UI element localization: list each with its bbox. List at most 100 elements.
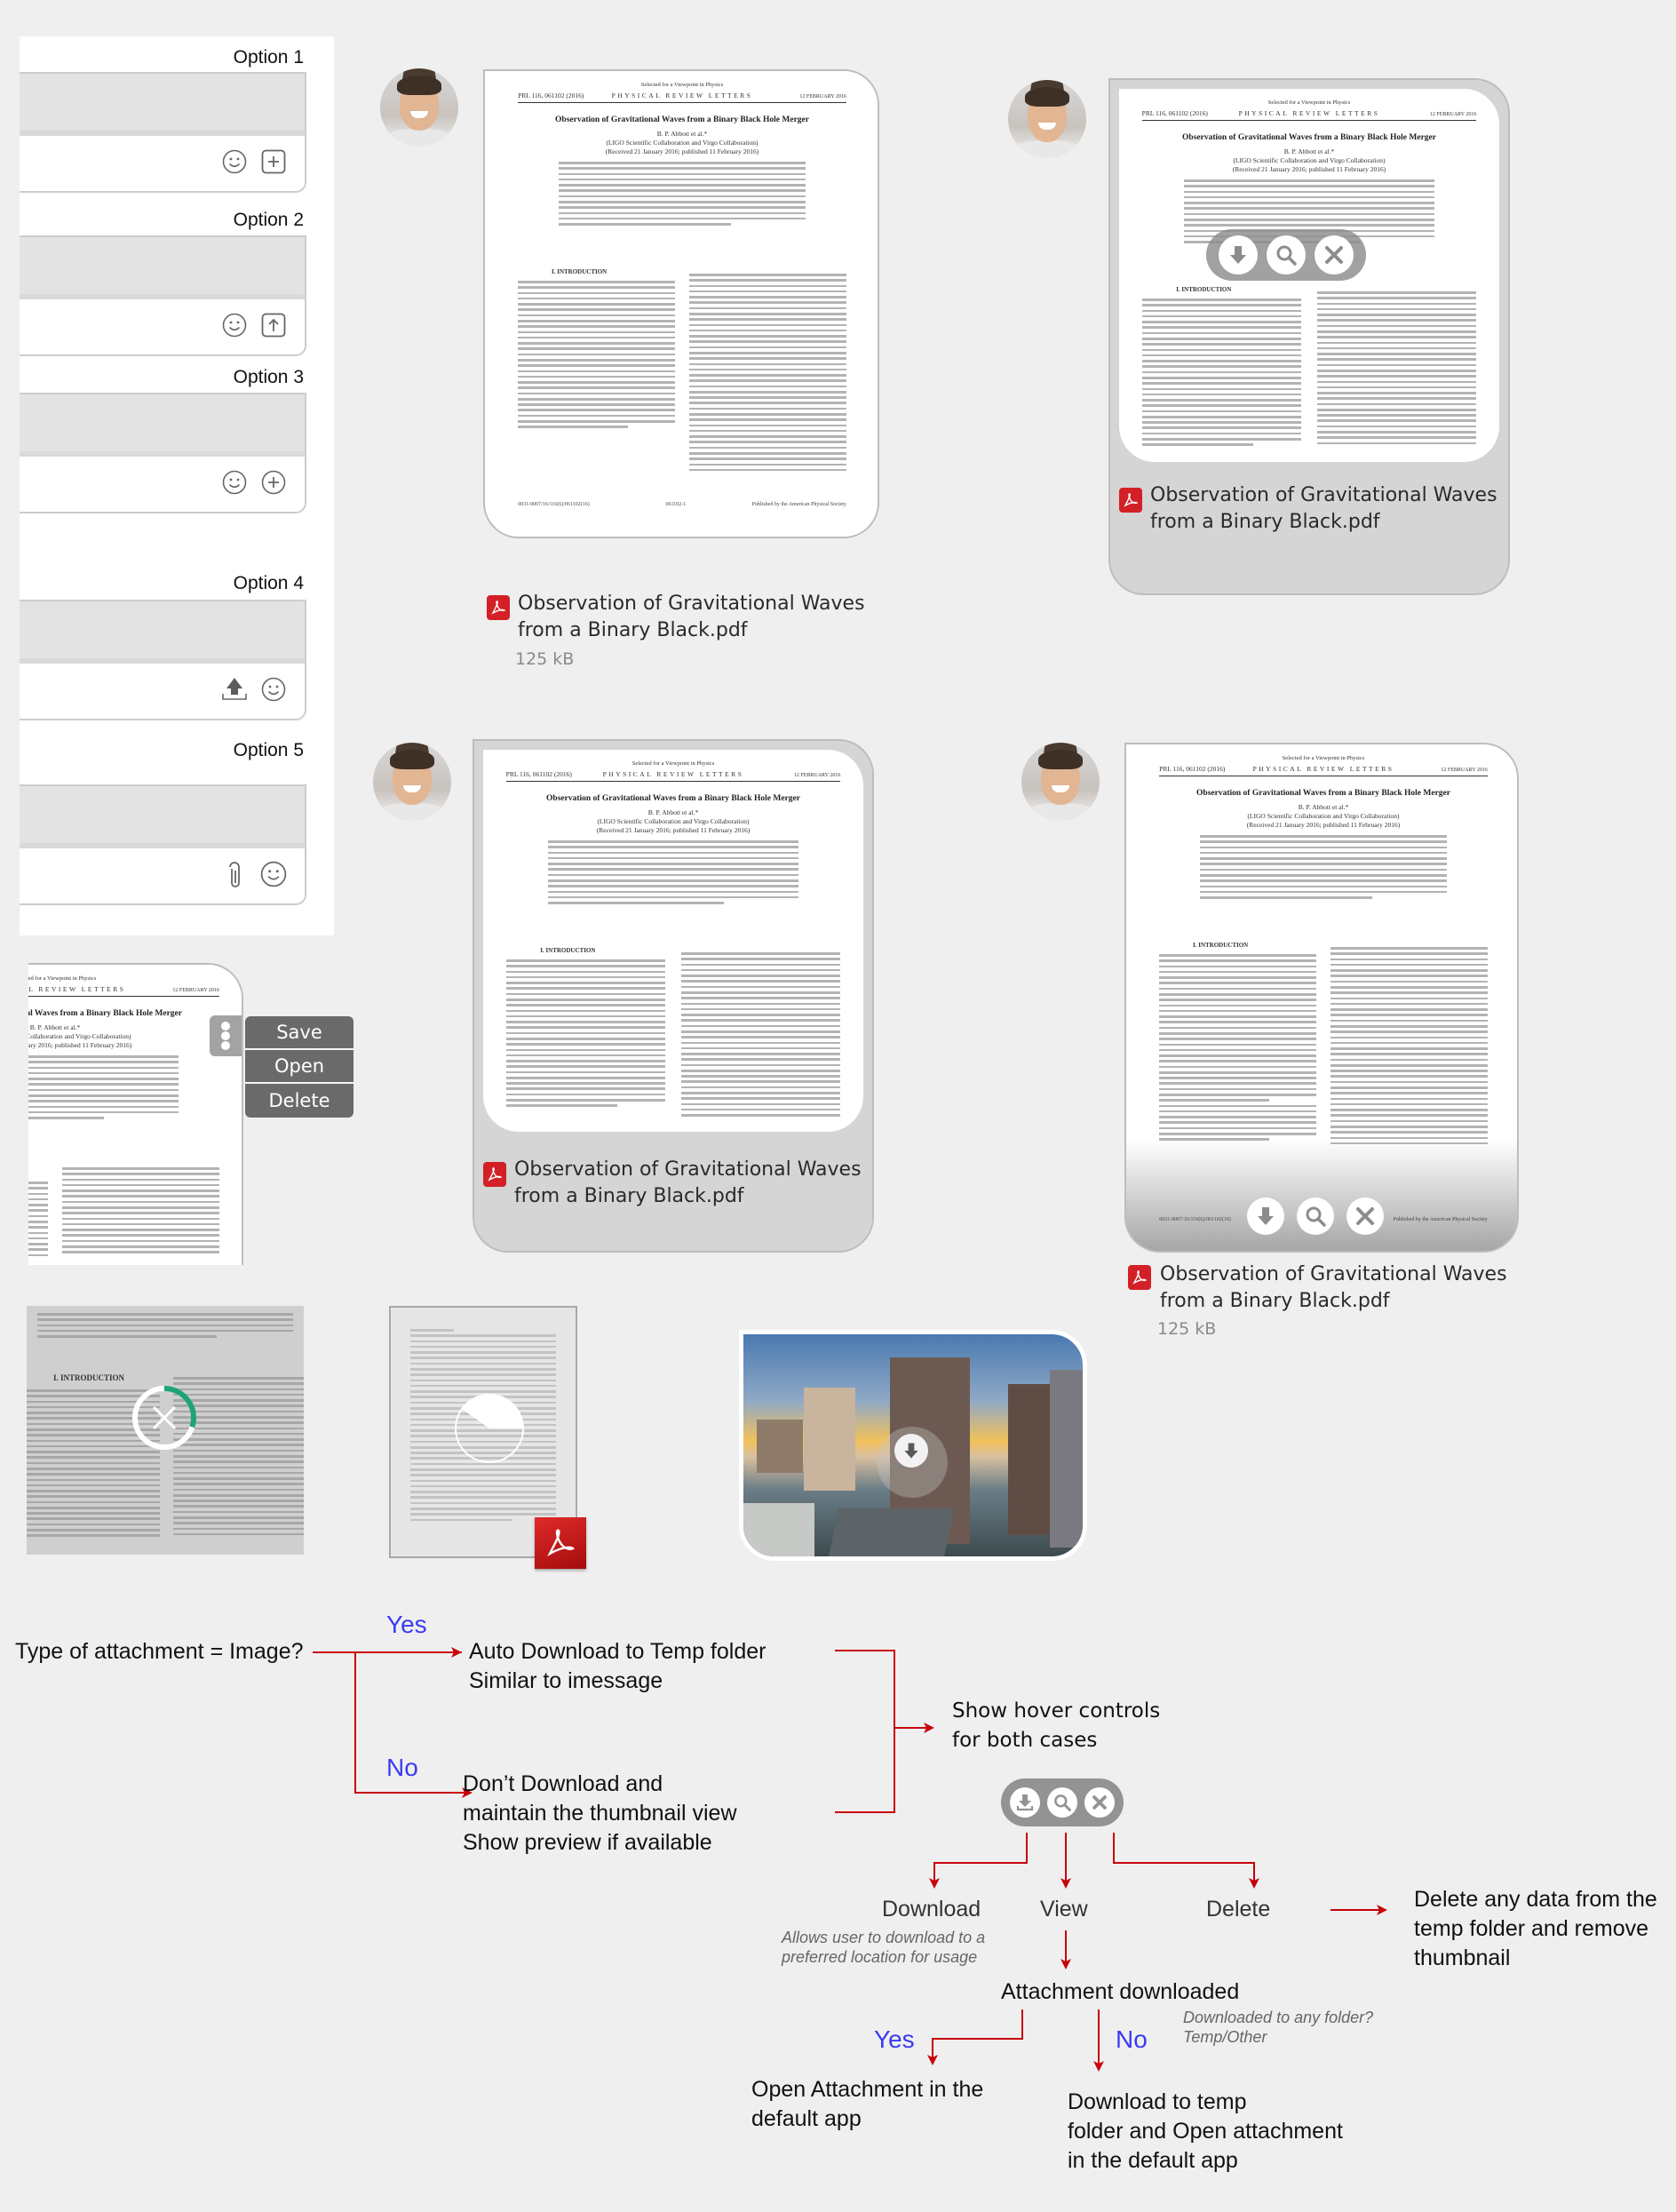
- composer-option-3: [20, 393, 306, 513]
- composer-option-2: [20, 235, 306, 356]
- connector-delete: [1113, 1833, 1259, 1889]
- flow-downloaded: Attachment downloaded: [1001, 1979, 1240, 2004]
- option-label: Option 2: [233, 210, 304, 230]
- pdf-loading-preview: I. INTRODUCTION: [27, 1306, 304, 1555]
- pdf-attachment-card[interactable]: PRL 116, 061102 (2016) Selected for a Vie…: [473, 739, 874, 1253]
- composer-option-5: [20, 784, 306, 905]
- avatar: [1008, 80, 1086, 158]
- file-name[interactable]: Observation of Gravitational Waves from a…: [1160, 1261, 1507, 1315]
- close-icon[interactable]: [1315, 235, 1354, 275]
- upload-tray-icon[interactable]: [221, 676, 248, 703]
- flow-no-label: No: [386, 1754, 418, 1781]
- smiley-icon[interactable]: [221, 312, 248, 338]
- menu-item-open[interactable]: Open: [245, 1050, 353, 1084]
- building: [804, 1388, 855, 1491]
- smiley-icon[interactable]: [221, 148, 248, 175]
- pdf-page-preview: PRL 116, 061102 (2016)Selected for a Vie…: [483, 750, 863, 1132]
- download-icon[interactable]: [894, 1434, 928, 1468]
- file-size: 125 kB: [1157, 1319, 1217, 1339]
- close-icon[interactable]: [1346, 1198, 1384, 1235]
- flow-downloaded-note: Downloaded to any folder? Temp/Other: [1183, 2009, 1374, 2046]
- flow-yes-result: Auto Download to Temp folder Similar to i…: [469, 1639, 767, 1693]
- flow-no-result: Don’t Download and maintain the thumbnail…: [463, 1771, 737, 1855]
- upload-square-icon[interactable]: [260, 312, 287, 338]
- flow-temp-open: Download to temp folder and Open attachme…: [1068, 2089, 1343, 2173]
- menu-item-delete[interactable]: Delete: [245, 1084, 353, 1118]
- flow-hover-controls: Show hover controls for both cases: [952, 1699, 1161, 1752]
- pdf-attachment-card[interactable]: PRL 116, 061102 (2016) Selected for a Vie…: [483, 69, 879, 538]
- file-name[interactable]: Observation of Gravitational Waves from a…: [514, 1157, 862, 1210]
- file-name[interactable]: Observation of Gravitational Waves from a…: [1150, 482, 1497, 536]
- journal-name: PHYSICAL REVIEW LETTERS: [611, 92, 753, 99]
- avatar: [373, 743, 451, 821]
- pdf-page-preview: PRL 116, 061102 (2016)Selected for a Vie…: [496, 71, 869, 537]
- footer-left: 0031-9007/16/116(6)/061102(16): [518, 502, 590, 507]
- message-input[interactable]: [20, 786, 305, 848]
- journal-date: 12 FEBRUARY 2016: [799, 94, 846, 99]
- download-icon[interactable]: [1247, 1198, 1284, 1235]
- building: [825, 1508, 955, 1556]
- flow-delete: Delete: [1206, 1897, 1271, 1922]
- flow-view: View: [1040, 1897, 1088, 1922]
- building: [757, 1420, 803, 1473]
- pdf-attachment-card-hover[interactable]: PRL 116, 061102 (2016) Selected for a Vie…: [1108, 78, 1510, 595]
- section-heading: I. INTRODUCTION: [53, 1373, 125, 1382]
- pdf-icon: [1119, 488, 1142, 513]
- avatar: [1021, 743, 1100, 821]
- pdf-icon: [487, 595, 510, 620]
- image-attachment[interactable]: [739, 1330, 1087, 1561]
- option-label: Option 1: [233, 47, 304, 68]
- paperclip-icon[interactable]: [221, 861, 248, 887]
- composer-option-4: [20, 600, 306, 720]
- message-input[interactable]: [20, 237, 305, 299]
- context-menu: Save Open Delete: [245, 1016, 353, 1118]
- building: [1050, 1370, 1083, 1548]
- hover-controls: [1247, 1198, 1384, 1235]
- message-input[interactable]: [20, 601, 305, 664]
- section-heading: I. INTRODUCTION: [552, 268, 608, 275]
- file-name[interactable]: Observation of Gravitational Waves from a…: [518, 591, 865, 644]
- option-label: Option 3: [233, 367, 304, 387]
- hover-controls-legend: [1001, 1778, 1124, 1826]
- magnifier-icon[interactable]: [1297, 1198, 1334, 1235]
- menu-item-save[interactable]: Save: [245, 1016, 353, 1050]
- magnifier-icon: [1047, 1787, 1077, 1818]
- pdf-attachment-card-cropped[interactable]: PRL 116, 061102 (2016)Selected for a Vie…: [28, 963, 243, 1265]
- pdf-icon: [1128, 1265, 1151, 1290]
- message-input[interactable]: [20, 394, 305, 457]
- message-input[interactable]: [20, 74, 305, 136]
- close-icon: [1084, 1787, 1115, 1818]
- building: [743, 1503, 814, 1556]
- paper-title: Observation of Gravitational Waves from …: [555, 115, 809, 124]
- download-progress-ring: [132, 1386, 196, 1450]
- pdf-attachment-card-hover[interactable]: PRL 116, 061102 (2016) Selected for a Vie…: [1124, 743, 1519, 1253]
- loading-pie-icon: [455, 1394, 524, 1463]
- hover-controls: [1206, 229, 1366, 281]
- flow-condition: Type of attachment = Image?: [15, 1639, 304, 1664]
- flow-yes2-label: Yes: [874, 2025, 915, 2053]
- smiley-icon[interactable]: [260, 861, 287, 887]
- connector-yes2: [927, 2009, 1023, 2065]
- avatar: [380, 68, 458, 147]
- magnifier-icon[interactable]: [1267, 235, 1306, 275]
- option-label: Option 5: [233, 740, 304, 760]
- pdf-icon: [535, 1517, 586, 1569]
- kebab-menu-icon[interactable]: [210, 1015, 242, 1056]
- flow-delete-result: Delete any data from the temp folder and …: [1414, 1887, 1657, 1970]
- flow-open-default: Open Attachment in the default app: [751, 2077, 984, 2131]
- selected-note: Selected for a Viewpoint in Physics: [640, 82, 724, 88]
- smiley-icon[interactable]: [260, 676, 287, 703]
- file-size: 125 kB: [515, 649, 575, 669]
- close-icon[interactable]: [152, 1405, 177, 1430]
- connector-download: [929, 1833, 1028, 1889]
- flow-no2-label: No: [1116, 2025, 1148, 2053]
- download-icon[interactable]: [1219, 235, 1258, 275]
- download-icon: [1010, 1787, 1040, 1818]
- smiley-icon[interactable]: [221, 469, 248, 496]
- footer-center: 061102-1: [665, 502, 687, 507]
- plus-circle-icon[interactable]: [260, 469, 287, 496]
- pdf-page-preview: PRL 116, 061102 (2016)Selected for a Vie…: [1159, 755, 1488, 1222]
- pdf-thumbnail[interactable]: [389, 1306, 586, 1569]
- plus-square-icon[interactable]: [260, 148, 287, 175]
- flow-download: Download: [882, 1897, 981, 1922]
